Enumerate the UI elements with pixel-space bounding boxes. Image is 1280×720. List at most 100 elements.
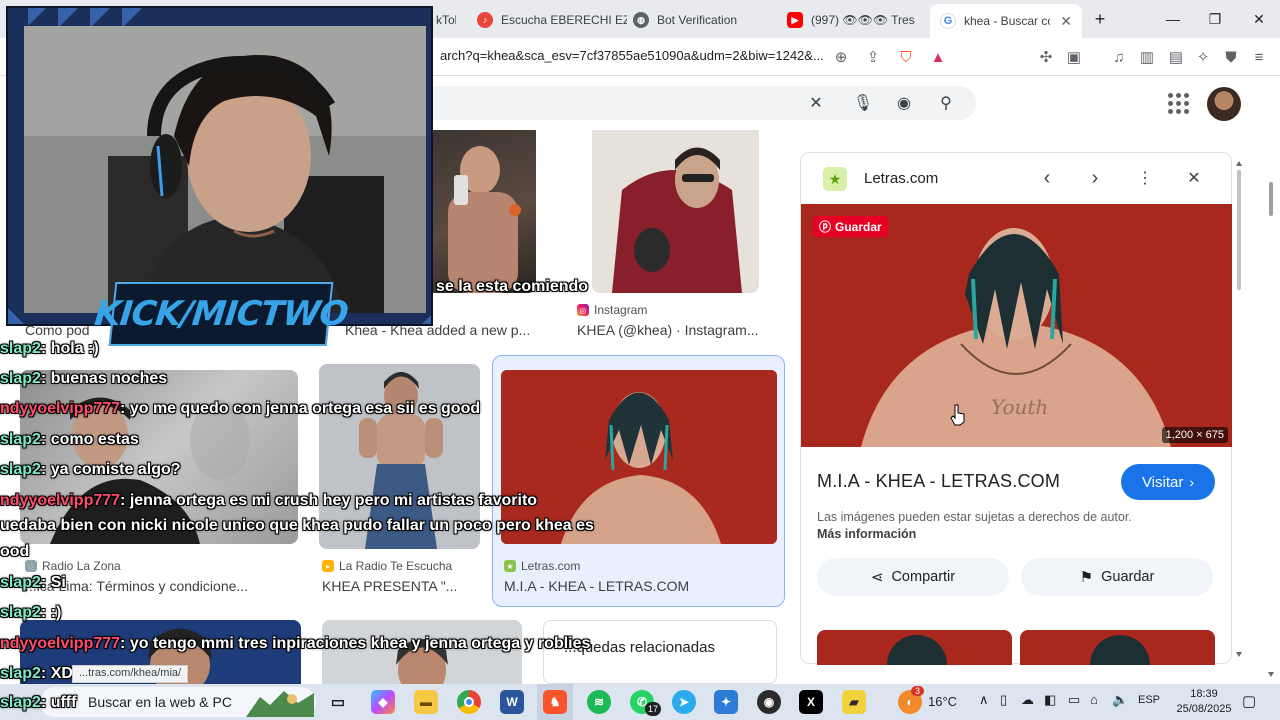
chrome-icon[interactable] [457,690,481,714]
previous-icon[interactable]: ‹ [1034,165,1060,191]
google-apps-icon[interactable] [1168,93,1190,115]
person-photo: Youth [801,204,1232,447]
clear-search-icon[interactable]: ✕ [805,92,827,114]
radio-icon: ▸ [322,560,334,572]
copyright-text: Las imágenes pueden estar sujetas a dere… [817,510,1132,524]
result-caption[interactable]: M.I.A - KHEA - LETRAS.COM [504,578,764,594]
chat-message: slap2: como estas [0,431,139,448]
file-explorer-icon[interactable]: ▬ [414,690,438,714]
task-view-icon[interactable]: ▭ [326,690,350,714]
result-caption[interactable]: KHEA (@khea) · Instagram... [577,322,777,338]
cloud-icon[interactable]: ☁ [1021,692,1034,708]
result-source[interactable]: ▸ La Radio Te Escucha [322,559,452,573]
preview-title[interactable]: M.I.A - KHEA - LETRAS.COM [817,471,1060,492]
related-image-2[interactable] [1020,630,1215,665]
x-icon[interactable]: X [799,690,823,714]
gpu-icon[interactable]: ◧ [1044,692,1056,708]
result-image-1[interactable] [420,130,536,293]
share-button[interactable]: ⋖ Compartir [817,558,1009,596]
app-icon[interactable]: ✦ [714,690,738,714]
chat-message: slap2: hola :) [0,340,99,357]
preview-site-name[interactable]: Letras.com [864,170,938,187]
streamer-photo [24,26,426,313]
visit-button[interactable]: Visitar › [1121,464,1215,500]
copilot-icon[interactable]: ◆ [371,690,395,714]
microphone-icon[interactable]: 🎙 [852,92,874,114]
search-input[interactable]: ✕ 🎙 ◉ ⚲ [420,86,976,120]
new-tab-icon[interactable]: + [1085,8,1115,30]
close-tab-icon[interactable]: ✕ [1060,13,1072,30]
pinterest-save-button[interactable]: ⓟ Guardar [813,216,888,237]
whatsapp-badge: 17 [645,702,662,716]
tab-bot-verification[interactable]: ◍ Bot Verification [633,6,773,34]
language-indicator[interactable]: ESP [1138,694,1160,706]
extensions-icon[interactable]: ✣ [1036,47,1056,67]
sticky-notes-icon[interactable]: ▰ [842,690,866,714]
brave-shield-icon[interactable]: ⛉ [896,47,916,67]
chat-message: ndyyoelvipp777: yo tengo mmi tres inpira… [0,635,591,652]
close-preview-icon[interactable]: ✕ [1181,165,1207,191]
chevron-up-icon[interactable]: ∧ [979,692,989,708]
result-source[interactable]: ◌ Radio La Zona [25,559,121,573]
google-icon: G [940,13,956,29]
leo-ai-icon[interactable]: ✧ [1193,47,1213,67]
volume-icon[interactable]: 🔈 [1112,692,1128,708]
letras-icon: ★ [504,560,516,572]
search-icon[interactable]: ⚲ [935,92,957,114]
brave-rewards-icon[interactable]: ▲ [928,47,948,67]
chat-message: slap2: Si [0,574,66,591]
temperature[interactable]: 16°C [928,694,957,709]
save-button[interactable]: ⚑ Guardar [1021,558,1213,596]
url-field[interactable]: arch?q=khea&sca_esv=7cf37855ae51090a&udm… [440,48,824,63]
related-image-1[interactable] [817,630,1012,665]
result-caption[interactable]: KHEA PRESENTA "... [322,578,472,594]
reader-icon[interactable]: ▣ [1064,47,1084,67]
telegram-icon[interactable]: ➤ [672,690,696,714]
media-icon[interactable]: ♫ [1109,47,1129,67]
tray-app-icon[interactable]: ▯ [1000,692,1007,708]
share-icon[interactable]: ⇪ [863,47,883,67]
person-photo [887,635,947,665]
sidebar-icon[interactable]: ▥ [1137,47,1157,67]
tab-google-search[interactable]: G khea - Buscar con ✕ [930,4,1082,38]
tab-youtube[interactable]: ▶ (997) 👁👁👁 Tres c [787,6,917,34]
avatar[interactable] [1207,87,1241,121]
next-icon[interactable]: › [1082,165,1108,191]
chat-message: slap2: :) [0,604,62,621]
lens-icon[interactable]: ◉ [893,92,915,114]
pinterest-icon: ⓟ [819,220,832,234]
battery-icon[interactable]: ▭ [1068,692,1080,708]
result-source[interactable]: ★ Letras.com [504,559,580,573]
vpn-icon[interactable]: ⛊ [1221,47,1241,67]
brave-icon[interactable]: ♞ [543,690,567,714]
more-info-link[interactable]: Más información [817,527,916,541]
word-icon[interactable]: W [500,690,524,714]
result-source[interactable]: ◎ Instagram [577,303,647,317]
notifications-icon[interactable]: ▢ [1242,692,1256,710]
minimize-icon[interactable]: — [1158,8,1188,30]
kick-channel-label: KICK/MICTWO [93,282,349,346]
spotify-icon[interactable]: ≋ [587,690,611,714]
result-image-2[interactable] [592,130,759,293]
preview-image[interactable]: Youth ⓟ Guardar 1,200 × 675 [801,204,1232,447]
tab-tiktok[interactable]: kTok [436,6,456,34]
obs-icon[interactable]: ◉ [757,690,781,714]
youtube-icon: ▶ [787,12,803,28]
hand-cursor-icon [950,404,965,426]
wallet-icon[interactable]: ▤ [1166,47,1186,67]
tab-escucha[interactable]: ♪ Escucha EBERECHI EZ [477,6,627,34]
clock[interactable]: 18:39 25/08/2025 [1174,687,1234,717]
pinterest-save-label: Guardar [835,219,882,234]
restore-icon[interactable]: ❐ [1200,8,1230,30]
zoom-icon[interactable]: ⊕ [831,47,851,67]
panel-scrollbar[interactable] [1235,160,1243,660]
menu-icon[interactable]: ≡ [1249,47,1269,67]
network-icon[interactable]: ⌂ [1090,692,1098,707]
image-dimensions: 1,200 × 675 [1161,427,1228,443]
page-scrollbar[interactable] [1266,130,1276,680]
chat-message: ndyyoelvipp777: yo me quedo con jenna or… [0,400,481,417]
person-photo [1090,635,1150,665]
close-window-icon[interactable]: ✕ [1244,8,1274,30]
taskbar-search[interactable]: Buscar en la web & PC [40,687,316,717]
more-options-icon[interactable]: ⋮ [1132,165,1158,191]
